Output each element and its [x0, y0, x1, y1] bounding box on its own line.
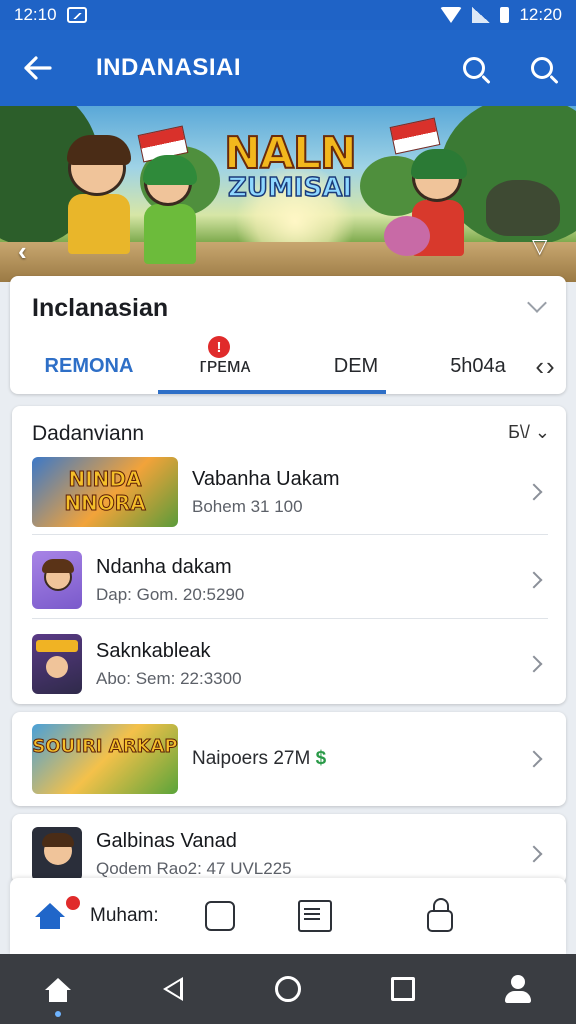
- back-button[interactable]: [0, 30, 76, 106]
- list-heading: Dadanviann: [32, 422, 145, 445]
- search-icon: [463, 57, 485, 79]
- active-indicator: [54, 1011, 61, 1017]
- category-heading: Inclanasian: [32, 294, 169, 322]
- status-bar: 12:10 12:20: [0, 0, 576, 30]
- list-item[interactable]: Galbinas Vanad Qodem Rao2: 47 UVL225: [32, 824, 566, 884]
- game-icon: [32, 634, 82, 694]
- search-icon: [531, 57, 553, 79]
- promo-item[interactable]: SOUIRI ARKAP Naipoers 27M $: [32, 722, 566, 796]
- logo-line-2: ZUMISAI: [227, 172, 353, 204]
- list-card: Dadanviann Б\/ ⌄ NINDA NNORA Vabanha Uak…: [12, 406, 566, 704]
- bottom-action-bar: Muham:: [10, 878, 566, 954]
- nav-recents-button[interactable]: [373, 959, 433, 1019]
- nav-circle-button[interactable]: [258, 959, 318, 1019]
- tab-bar: REMONA ! ᴦᴘᴇᴍᴀ DEM 5h04a ‹›: [10, 336, 566, 394]
- tab-sh04a[interactable]: 5h04a: [430, 338, 526, 394]
- status-clock: 12:20: [519, 5, 562, 24]
- currency-icon: $: [315, 748, 327, 769]
- person-icon: [505, 975, 532, 1003]
- tab-remona[interactable]: REMONA: [10, 338, 168, 394]
- lock-icon: [427, 898, 453, 932]
- banner-prev-button[interactable]: ‹: [18, 236, 27, 267]
- avatar: [32, 551, 82, 609]
- promo-card[interactable]: SOUIRI ARKAP Naipoers 27M $: [12, 712, 566, 806]
- category-card: Inclanasian REMONA ! ᴦᴘᴇᴍᴀ DEM 5h04a ‹›: [10, 276, 566, 394]
- item-title: Ndanha dakam: [96, 555, 232, 578]
- gallery-notification-icon: [66, 7, 87, 23]
- back-triangle-icon: [162, 977, 183, 1001]
- circle-icon: [274, 976, 301, 1002]
- hero-banner[interactable]: NALN ZUMISAI ‹ ▽: [0, 106, 576, 282]
- promo-thumbnail: SOUIRI ARKAP: [32, 724, 178, 794]
- item-title: Saknkableak: [96, 639, 211, 662]
- search-button-secondary[interactable]: [508, 30, 576, 106]
- notification-badge: [64, 894, 82, 912]
- character-boy-left: [67, 135, 131, 254]
- box-icon: [205, 901, 235, 931]
- news-tab[interactable]: [260, 878, 370, 954]
- character-boy-middle: [143, 155, 197, 264]
- news-icon: [298, 900, 332, 932]
- item-subtitle: Dap: Gom. 20:5290: [96, 584, 245, 604]
- chevron-down-icon: ⌄: [534, 422, 550, 442]
- nav-profile-button[interactable]: [488, 959, 548, 1019]
- tab-scroll-arrows[interactable]: ‹›: [526, 338, 566, 394]
- more-button[interactable]: [510, 878, 560, 954]
- lock-tab[interactable]: [370, 878, 510, 954]
- app-bar: INDANASIAI: [0, 30, 576, 106]
- back-arrow-icon: [24, 56, 52, 80]
- thumbnail-title: NINDA NNORA: [64, 467, 146, 516]
- home-tab[interactable]: [10, 878, 90, 954]
- home-tab-label[interactable]: Muham:: [90, 878, 180, 954]
- battery-icon: [500, 7, 510, 23]
- list-item[interactable]: Saknkableak Abo: Sem: 22:3300: [32, 628, 566, 700]
- chevron-right-icon: [525, 750, 543, 768]
- tab-dem[interactable]: DEM: [282, 338, 430, 394]
- tab-badge: !: [208, 336, 230, 358]
- banner-next-button[interactable]: ▽: [532, 234, 547, 259]
- list-item[interactable]: Ndanha dakam Dap: Gom. 20:5290: [32, 544, 566, 616]
- status-time: 12:10: [14, 5, 57, 24]
- tab-prema[interactable]: ! ᴦᴘᴇᴍᴀ: [168, 336, 282, 394]
- item-title: Vabanha Uakam: [192, 467, 340, 490]
- home-icon: [35, 903, 65, 929]
- chevron-right-icon: [525, 483, 543, 501]
- search-button[interactable]: [440, 30, 508, 106]
- promo-thumbnail-title: SOUIRI ARKAP: [32, 736, 178, 758]
- active-tab-indicator: [158, 390, 386, 394]
- chevron-left-right-icon: ‹›: [535, 350, 557, 381]
- list-item-partial[interactable]: Galbinas Vanad Qodem Rao2: 47 UVL225: [12, 814, 566, 884]
- chevron-right-icon: [525, 845, 543, 863]
- item-title: Galbinas Vanad: [96, 829, 237, 852]
- chevron-right-icon: [525, 655, 543, 673]
- logo-line-1: NALN: [223, 127, 358, 180]
- square-icon: [391, 977, 416, 1001]
- promo-label: Naipoers 27M: [192, 748, 311, 769]
- chevron-right-icon: [525, 571, 543, 589]
- game-thumbnail: NINDA NNORA: [32, 457, 178, 527]
- filter-dropdown[interactable]: Б\/ ⌄: [508, 422, 550, 443]
- signal-icon: [472, 7, 491, 23]
- system-navigation-bar: [0, 954, 576, 1024]
- avatar: [32, 827, 82, 881]
- chevron-down-icon[interactable]: [527, 293, 547, 313]
- item-subtitle: Bohem 31 100: [192, 496, 303, 516]
- list-item[interactable]: NINDA NNORA Vabanha Uakam Bohem 31 100: [32, 452, 566, 532]
- item-subtitle: Abo: Sem: 22:3300: [96, 668, 242, 688]
- nav-back-button[interactable]: [143, 959, 203, 1019]
- game-logo: NALN ZUMISAI: [222, 127, 358, 204]
- nav-home-button[interactable]: [28, 959, 88, 1019]
- wifi-icon: [440, 7, 463, 23]
- item-subtitle: Qodem Rao2: 47 UVL225: [96, 858, 292, 878]
- page-title: INDANASIAI: [96, 54, 242, 81]
- box-tab[interactable]: [180, 878, 260, 954]
- home-icon: [44, 978, 71, 1002]
